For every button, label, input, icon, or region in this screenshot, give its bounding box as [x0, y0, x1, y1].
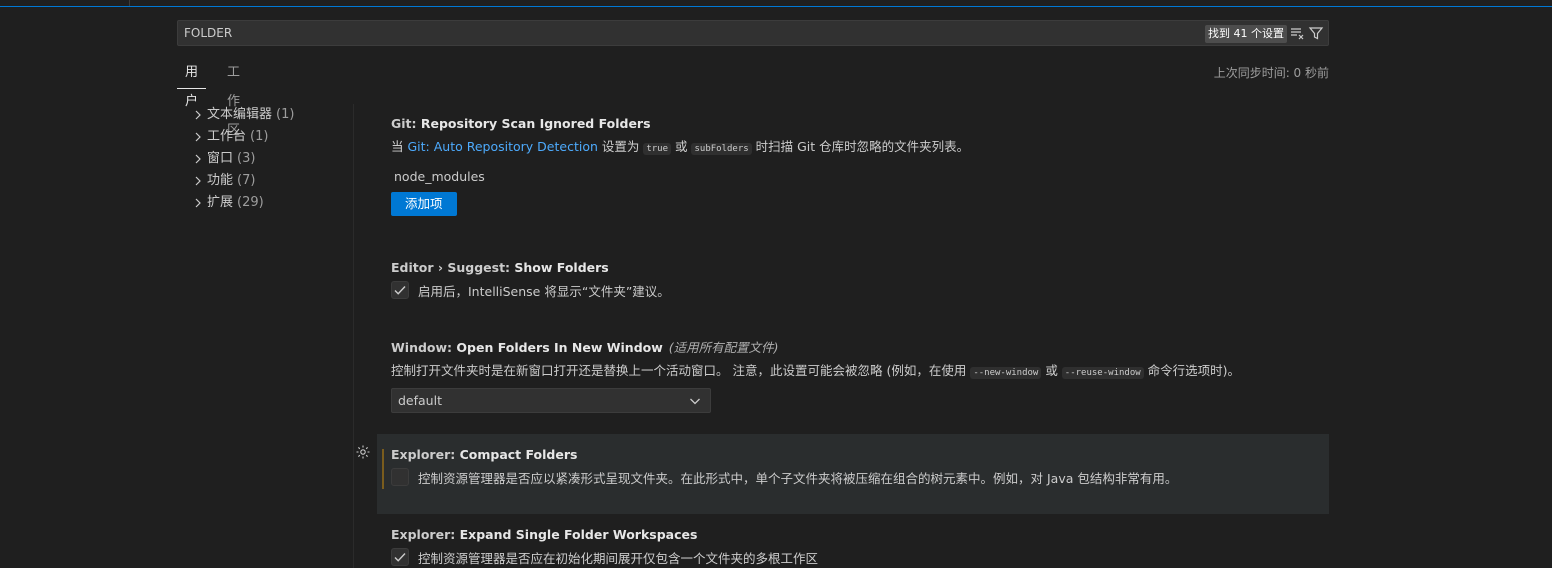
- setting-description: 控制资源管理器是否应以紧凑形式呈现文件夹。在此形式中，单个子文件夹将被压缩在组合…: [418, 470, 1178, 486]
- setting-description: 当 Git: Auto Repository Detection 设置为 tru…: [391, 137, 1329, 157]
- list-item[interactable]: node_modules: [391, 167, 1329, 187]
- chevron-right-icon: [190, 104, 206, 126]
- toc-item-label: 窗口: [207, 151, 234, 166]
- gear-icon[interactable]: [355, 444, 371, 460]
- setting-checkbox-row: 控制资源管理器是否应以紧凑形式呈现文件夹。在此形式中，单个子文件夹将被压缩在组合…: [391, 465, 1329, 489]
- setting-title: Editor › Suggest: Show Folders: [391, 258, 1329, 278]
- toc-item-extensions[interactable]: 扩展 (29): [190, 192, 350, 214]
- toc-item-count: (29): [237, 195, 264, 210]
- desc-text: 设置为: [597, 139, 644, 154]
- setting-title: Explorer: Compact Folders: [391, 434, 1329, 465]
- tab-separator: [129, 0, 130, 6]
- setting-name: Compact Folders: [459, 447, 578, 462]
- setting-explorer-compact-folders: Explorer: Compact Folders 控制资源管理器是否应以紧凑形…: [356, 434, 1329, 514]
- toc-item-count: (1): [250, 129, 269, 144]
- checkbox[interactable]: [391, 548, 409, 566]
- setting-checkbox-row: 控制资源管理器是否应在初始化期间展开仅包含一个文件夹的多根工作区: [391, 545, 1329, 568]
- desc-text: 或: [1041, 363, 1062, 378]
- toc-item-text-editor[interactable]: 文本编辑器 (1): [190, 104, 350, 126]
- setting-name: Expand Single Folder Workspaces: [459, 527, 698, 542]
- setting-name: Show Folders: [514, 260, 609, 275]
- add-item-button[interactable]: 添加项: [391, 192, 457, 216]
- setting-description: 启用后，IntelliSense 将显示“文件夹”建议。: [418, 283, 670, 299]
- settings-toc: 文本编辑器 (1) 工作台 (1) 窗口 (3) 功能 (7) 扩展 (29): [190, 104, 350, 214]
- sync-status: 上次同步时间: 0 秒前: [1213, 66, 1329, 80]
- setting-name: Open Folders In New Window: [456, 340, 663, 355]
- check-icon: [394, 286, 406, 295]
- search-input[interactable]: [184, 21, 1184, 45]
- setting-scope: (适用所有配置文件): [668, 340, 779, 355]
- checkbox[interactable]: [391, 468, 409, 486]
- setting-name: Repository Scan Ignored Folders: [420, 116, 651, 131]
- setting-category: Window:: [391, 340, 457, 355]
- code-true: true: [643, 143, 672, 155]
- chevron-right-icon: [190, 126, 206, 148]
- chevron-down-icon: [690, 398, 700, 405]
- settings-search-box[interactable]: 找到 41 个设置: [177, 20, 1329, 46]
- setting-title: Window: Open Folders In New Window (适用所有配…: [391, 338, 1329, 358]
- desc-text: 命令行选项时)。: [1143, 363, 1241, 378]
- setting-category: Editor › Suggest:: [391, 260, 515, 275]
- chevron-right-icon: [190, 192, 206, 214]
- toc-item-label: 文本编辑器: [207, 107, 273, 122]
- editor-tab-strip: [0, 0, 1552, 7]
- toc-item-label: 工作台: [207, 129, 247, 144]
- open-folders-select[interactable]: default: [391, 388, 711, 413]
- code-reuse-window: --reuse-window: [1061, 367, 1144, 379]
- tab-user[interactable]: 用户: [177, 58, 207, 109]
- setting-description: 控制资源管理器是否应在初始化期间展开仅包含一个文件夹的多根工作区: [418, 550, 819, 566]
- setting-link[interactable]: Git: Auto Repository Detection: [407, 139, 597, 154]
- tab-workspace[interactable]: 工作区: [219, 58, 248, 138]
- setting-git-repository-scan-ignored-folders: Git: Repository Scan Ignored Folders 当 G…: [377, 114, 1329, 216]
- toc-item-label: 扩展: [207, 195, 234, 210]
- clear-filter-icon[interactable]: [1288, 24, 1306, 42]
- toc-item-window[interactable]: 窗口 (3): [190, 148, 350, 170]
- code-new-window: --new-window: [970, 367, 1042, 379]
- toc-divider: [353, 104, 354, 568]
- desc-text: 或: [671, 139, 692, 154]
- setting-title: Git: Repository Scan Ignored Folders: [391, 114, 1329, 134]
- chevron-right-icon: [190, 148, 206, 170]
- setting-title: Explorer: Expand Single Folder Workspace…: [391, 525, 1329, 545]
- setting-category: Explorer:: [391, 447, 460, 462]
- setting-description: 控制打开文件夹时是在新窗口打开还是替换上一个活动窗口。 注意，此设置可能会被忽略…: [391, 361, 1329, 381]
- toc-item-count: (1): [276, 107, 295, 122]
- setting-editor-suggest-show-folders: Editor › Suggest: Show Folders 启用后，Intel…: [377, 258, 1329, 302]
- filter-icon[interactable]: [1307, 24, 1325, 42]
- setting-category: Git:: [391, 116, 421, 131]
- desc-text: 控制打开文件夹时是在新窗口打开还是替换上一个活动窗口。 注意，此设置可能会被忽略…: [391, 363, 971, 378]
- code-subfolders: subFolders: [691, 143, 752, 155]
- checkbox[interactable]: [391, 281, 409, 299]
- setting-checkbox-row: 启用后，IntelliSense 将显示“文件夹”建议。: [391, 278, 1329, 302]
- toc-item-features[interactable]: 功能 (7): [190, 170, 350, 192]
- setting-explorer-expand-single-folder-workspaces: Explorer: Expand Single Folder Workspace…: [377, 525, 1329, 568]
- setting-window-open-folders-in-new-window: Window: Open Folders In New Window (适用所有配…: [377, 338, 1329, 413]
- toc-item-count: (3): [237, 151, 256, 166]
- select-value: default: [398, 393, 442, 408]
- setting-category: Explorer:: [391, 527, 460, 542]
- desc-text: 当: [391, 139, 408, 154]
- check-icon: [394, 553, 406, 562]
- modified-indicator: [382, 449, 384, 489]
- chevron-right-icon: [190, 170, 206, 192]
- toc-item-workbench[interactable]: 工作台 (1): [190, 126, 350, 148]
- search-result-count: 找到 41 个设置: [1205, 25, 1287, 43]
- desc-text: 时扫描 Git 仓库时忽略的文件夹列表。: [751, 139, 970, 154]
- toc-item-count: (7): [237, 173, 256, 188]
- toc-item-label: 功能: [207, 173, 234, 188]
